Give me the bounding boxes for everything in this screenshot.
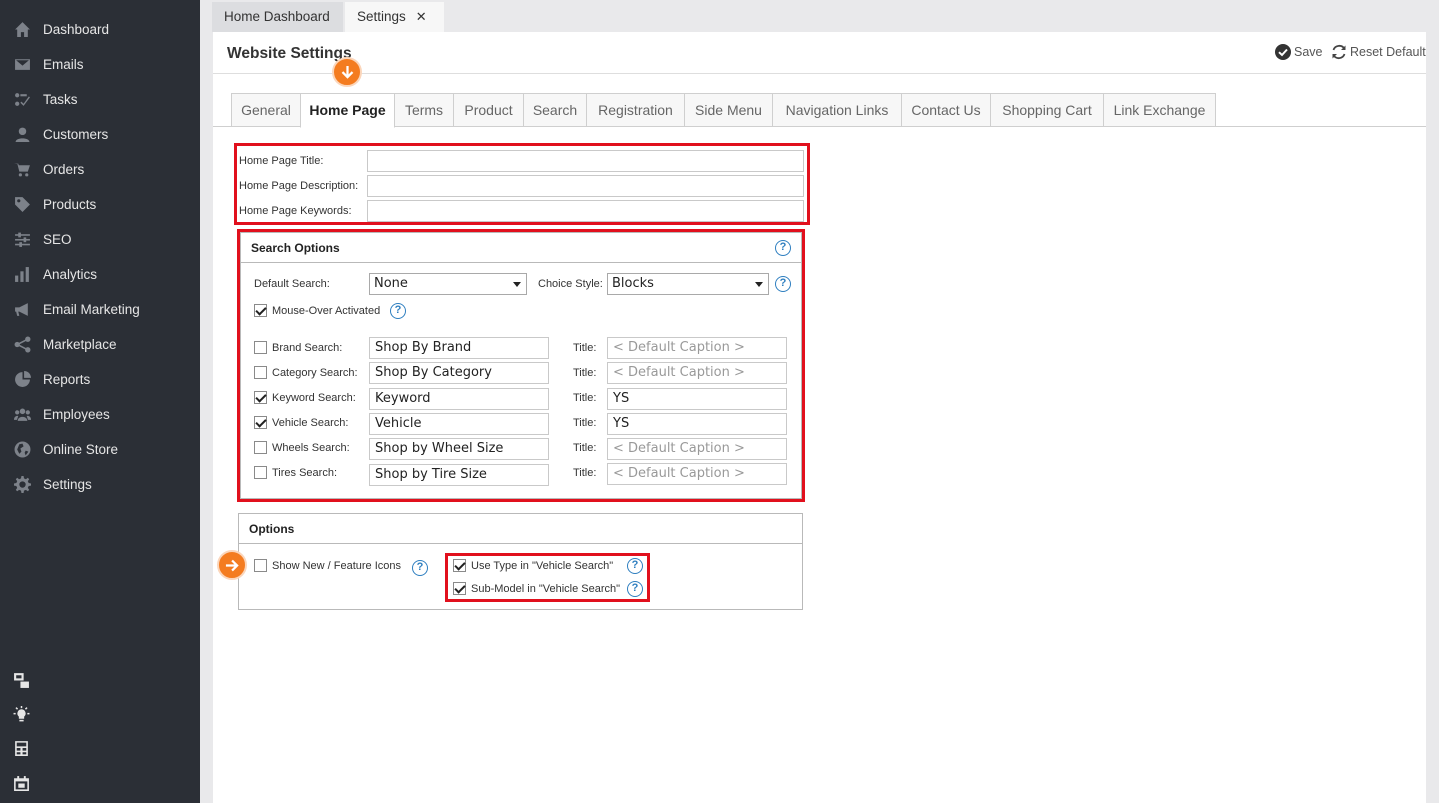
sidebar-item-analytics[interactable]: Analytics bbox=[0, 257, 200, 292]
save-label: Save bbox=[1294, 45, 1323, 59]
globe-icon bbox=[12, 440, 32, 460]
sidebar-item-label: Customers bbox=[43, 127, 109, 142]
sidebar-item-label: Orders bbox=[43, 162, 85, 177]
tab-label: Settings bbox=[357, 9, 406, 24]
show-new-feature-icons-label: Show New / Feature Icons bbox=[272, 560, 402, 572]
megaphone-icon bbox=[12, 300, 32, 320]
sidebar-item-marketplace[interactable]: Marketplace bbox=[0, 327, 200, 362]
bar-chart-icon bbox=[12, 265, 32, 285]
sidebar-item-label: Online Store bbox=[43, 442, 119, 457]
sliders-icon bbox=[12, 230, 32, 250]
arrow-right-icon bbox=[217, 550, 247, 580]
sidebar-item-label: Reports bbox=[43, 372, 91, 387]
sidebar-item-seo[interactable]: SEO bbox=[0, 222, 200, 257]
tasks-icon bbox=[12, 90, 32, 110]
sidebar-item-label: Products bbox=[43, 197, 97, 212]
windows-icon[interactable] bbox=[12, 671, 30, 689]
tab-home-dashboard[interactable]: Home Dashboard bbox=[212, 2, 343, 32]
sidebar-item-label: Marketplace bbox=[43, 337, 117, 352]
pie-chart-icon bbox=[12, 370, 32, 390]
close-icon[interactable]: ✕ bbox=[416, 9, 427, 24]
tab-link-exchange[interactable]: Link Exchange bbox=[1103, 93, 1216, 127]
tab-registration[interactable]: Registration bbox=[586, 93, 685, 127]
reset-label: Reset Default bbox=[1350, 45, 1426, 59]
highlight-box bbox=[445, 553, 650, 602]
sidebar-item-label: Employees bbox=[43, 407, 110, 422]
sidebar-item-label: Analytics bbox=[43, 267, 98, 282]
calendar-icon[interactable] bbox=[12, 774, 30, 792]
reset-default-button[interactable]: Reset Default bbox=[1331, 44, 1426, 60]
options-header: Options bbox=[239, 514, 802, 544]
tab-shopping-cart[interactable]: Shopping Cart bbox=[990, 93, 1104, 127]
arrow-down-icon bbox=[332, 57, 362, 87]
lightbulb-icon[interactable] bbox=[12, 705, 30, 723]
tab-product[interactable]: Product bbox=[453, 93, 524, 127]
sidebar-item-tasks[interactable]: Tasks bbox=[0, 82, 200, 117]
users-icon bbox=[12, 405, 32, 425]
user-icon bbox=[12, 125, 32, 145]
sidebar-item-label: Emails bbox=[43, 57, 84, 72]
refresh-icon bbox=[1332, 44, 1346, 60]
sidebar-item-label: SEO bbox=[43, 232, 72, 247]
gear-icon bbox=[12, 475, 32, 495]
tab-settings[interactable]: Settings ✕ bbox=[345, 2, 444, 32]
highlight-box bbox=[237, 229, 805, 502]
page-title: Website Settings bbox=[227, 45, 352, 62]
show-new-feature-icons-checkbox[interactable] bbox=[254, 559, 267, 572]
tab-side-menu[interactable]: Side Menu bbox=[684, 93, 773, 127]
cart-icon bbox=[12, 160, 32, 180]
sidebar-item-label: Tasks bbox=[43, 92, 78, 107]
tab-contact-us[interactable]: Contact Us bbox=[901, 93, 991, 127]
tab-terms[interactable]: Terms bbox=[394, 93, 454, 127]
sidebar-item-label: Settings bbox=[43, 477, 92, 492]
sidebar: Dashboard Emails Tasks Customers Orders … bbox=[0, 0, 200, 803]
panel-header: Website Settings Save Reset Default bbox=[213, 32, 1426, 74]
sidebar-item-online-store[interactable]: Online Store bbox=[0, 432, 200, 467]
home-icon bbox=[12, 20, 32, 40]
share-icon bbox=[12, 335, 32, 355]
envelope-icon bbox=[12, 55, 32, 75]
sidebar-item-orders[interactable]: Orders bbox=[0, 152, 200, 187]
sidebar-item-customers[interactable]: Customers bbox=[0, 117, 200, 152]
tag-icon bbox=[12, 195, 32, 215]
tab-search[interactable]: Search bbox=[523, 93, 587, 127]
calculator-icon[interactable] bbox=[12, 739, 30, 757]
highlight-box bbox=[234, 143, 810, 225]
save-button[interactable]: Save bbox=[1275, 44, 1323, 60]
sidebar-item-settings[interactable]: Settings bbox=[0, 467, 200, 502]
tab-home-page[interactable]: Home Page bbox=[300, 93, 395, 128]
check-circle-icon bbox=[1275, 44, 1291, 60]
sidebar-item-employees[interactable]: Employees bbox=[0, 397, 200, 432]
sidebar-item-reports[interactable]: Reports bbox=[0, 362, 200, 397]
options-title: Options bbox=[249, 522, 295, 536]
sidebar-item-dashboard[interactable]: Dashboard bbox=[0, 12, 200, 47]
help-icon[interactable]: ? bbox=[412, 560, 428, 576]
sidebar-item-label: Dashboard bbox=[43, 22, 110, 37]
tab-label: Home Dashboard bbox=[224, 9, 330, 24]
tab-general[interactable]: General bbox=[231, 93, 301, 127]
sidebar-item-products[interactable]: Products bbox=[0, 187, 200, 222]
sidebar-item-emails[interactable]: Emails bbox=[0, 47, 200, 82]
tab-navigation-links[interactable]: Navigation Links bbox=[772, 93, 902, 127]
sidebar-item-email-marketing[interactable]: Email Marketing bbox=[0, 292, 200, 327]
sidebar-item-label: Email Marketing bbox=[43, 302, 140, 317]
